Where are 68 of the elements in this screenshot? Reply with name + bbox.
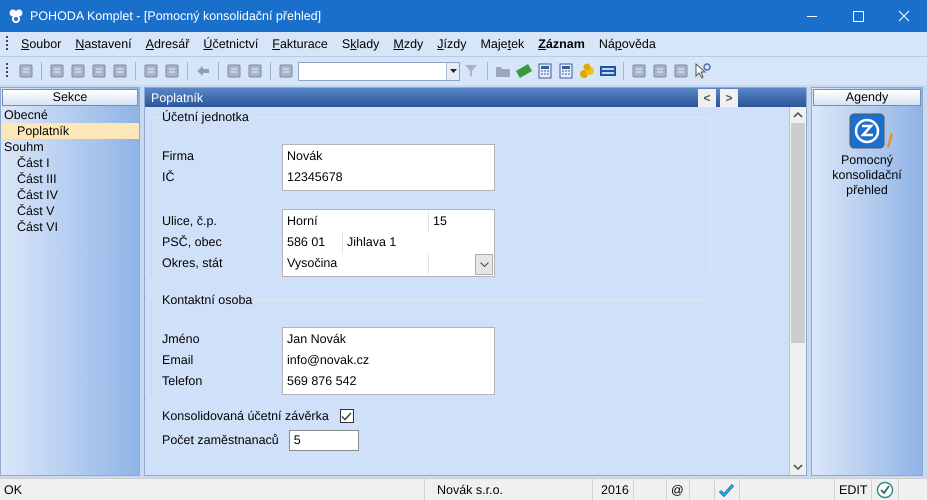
field-label: Okres, stát xyxy=(162,255,224,272)
menu-item[interactable]: Majetek xyxy=(473,37,532,51)
tree-item[interactable]: Část I xyxy=(1,155,139,171)
menu-item[interactable]: Jízdy xyxy=(430,37,474,51)
menu-item[interactable]: Sklady xyxy=(334,37,386,51)
menu-item[interactable]: Adresář xyxy=(138,37,196,51)
window-title: POHODA Komplet - [Pomocný konsolidační přehled] xyxy=(30,9,322,23)
field-value: Vysočina xyxy=(283,253,429,274)
agenda-icon[interactable] xyxy=(849,113,893,149)
calc2-icon[interactable] xyxy=(557,62,575,80)
field-label: Jméno xyxy=(162,331,201,348)
status-company: Novák s.r.o. xyxy=(425,479,593,500)
menu-item[interactable]: Účetnictví xyxy=(196,37,266,51)
field-value: 586 01 xyxy=(283,232,343,253)
dropdown-button[interactable] xyxy=(475,254,493,275)
scrollbar-thumb[interactable] xyxy=(791,123,805,343)
field-label: PSČ, obec xyxy=(162,234,223,251)
status-mode: EDIT xyxy=(835,479,872,500)
field-label: Telefon xyxy=(162,373,204,390)
field-value: info@novak.cz xyxy=(286,352,370,369)
checkmark-icon xyxy=(719,482,735,496)
caret-icon[interactable] xyxy=(450,69,456,73)
tree-item[interactable]: Poplatník xyxy=(1,123,139,139)
field-value: 569 876 542 xyxy=(286,373,358,390)
status-message: OK xyxy=(0,479,425,500)
menu-item[interactable]: Soubor xyxy=(14,37,68,51)
caret-icon[interactable] xyxy=(480,262,488,267)
panel-header: Agendy xyxy=(813,89,921,106)
tree-item[interactable]: Část III xyxy=(1,171,139,187)
field-label: Email xyxy=(162,352,194,369)
field-value: 12345678 xyxy=(286,169,344,186)
panel-title: Poplatník xyxy=(151,90,204,104)
app-icon xyxy=(8,8,24,24)
menu-item[interactable]: Mzdy xyxy=(386,37,430,51)
field-value: Novák xyxy=(286,148,324,165)
agenda-label[interactable]: Pomocný konsolidační přehled xyxy=(822,153,912,198)
group-title: Kontaktní osoba xyxy=(162,293,256,307)
field-label: Konsolidovaná účetní závěrka xyxy=(162,408,329,424)
previous-button[interactable]: < xyxy=(698,88,716,106)
field-label: Počet zaměstnanaců xyxy=(162,432,279,448)
field-value: Jan Novák xyxy=(286,331,348,348)
tree-item[interactable]: Část IV xyxy=(1,187,139,203)
field-value: Jihlava 1 xyxy=(346,234,396,251)
field-value: Horní xyxy=(283,211,429,232)
field-value: 15 xyxy=(432,213,447,230)
tree-item[interactable]: Souhm xyxy=(1,139,139,155)
menu-item[interactable]: Nápověda xyxy=(592,37,663,51)
checkbox[interactable] xyxy=(340,409,354,423)
check-circle-icon xyxy=(876,480,894,498)
menu-item[interactable]: Fakturace xyxy=(265,37,335,51)
field-label: IČ xyxy=(162,169,176,186)
status-year: 2016 xyxy=(593,479,634,500)
field-label: Firma xyxy=(162,148,195,165)
menu-item[interactable]: Nastavení xyxy=(68,37,139,51)
input-field[interactable]: Jan Novák info@novak.cz 569 876 542 xyxy=(282,327,495,395)
status-mail: @ xyxy=(667,479,690,500)
panel-header: Sekce xyxy=(2,89,138,106)
menu-item[interactable]: Záznam xyxy=(531,37,592,51)
group-title: Účetní jednotka xyxy=(162,110,253,124)
calc-icon[interactable] xyxy=(536,62,554,80)
next-button[interactable]: > xyxy=(720,88,738,106)
tree-item[interactable]: Část VI xyxy=(1,219,139,235)
input-field[interactable]: Horní 15 586 01 Jihlava 1 Vysočina xyxy=(282,209,495,277)
input-field[interactable]: 5 xyxy=(288,430,359,450)
input-field[interactable]: Novák 12345678 xyxy=(282,144,495,191)
field-label: Ulice, č.p. xyxy=(162,213,218,230)
tree-item[interactable]: Obecné xyxy=(1,107,139,123)
tree-item[interactable]: Část V xyxy=(1,203,139,219)
